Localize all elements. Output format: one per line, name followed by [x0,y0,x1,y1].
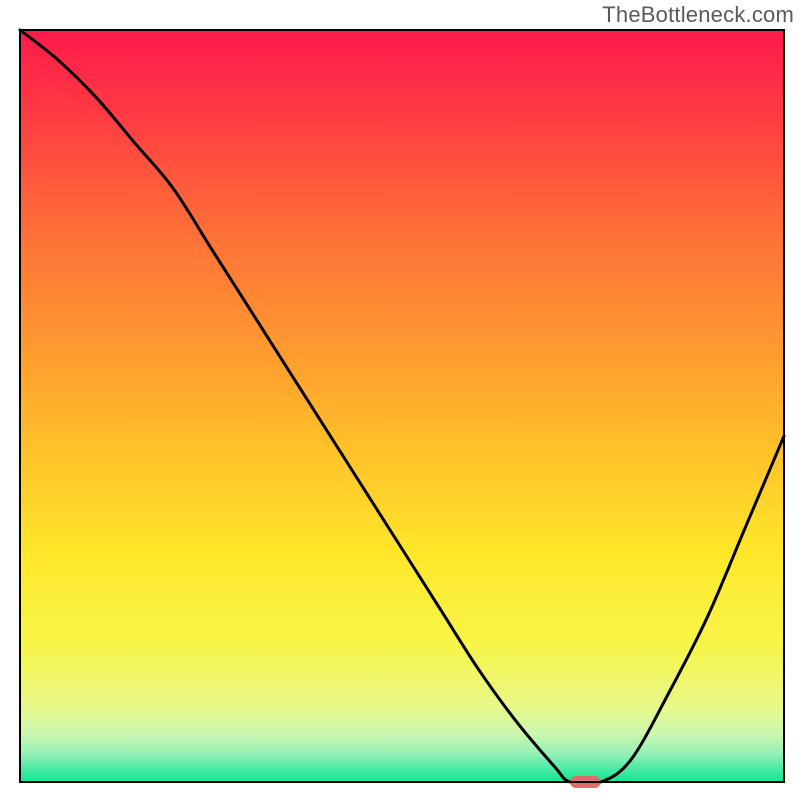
watermark-text: TheBottleneck.com [602,2,794,28]
bottleneck-chart [0,0,800,800]
chart-container: TheBottleneck.com [0,0,800,800]
